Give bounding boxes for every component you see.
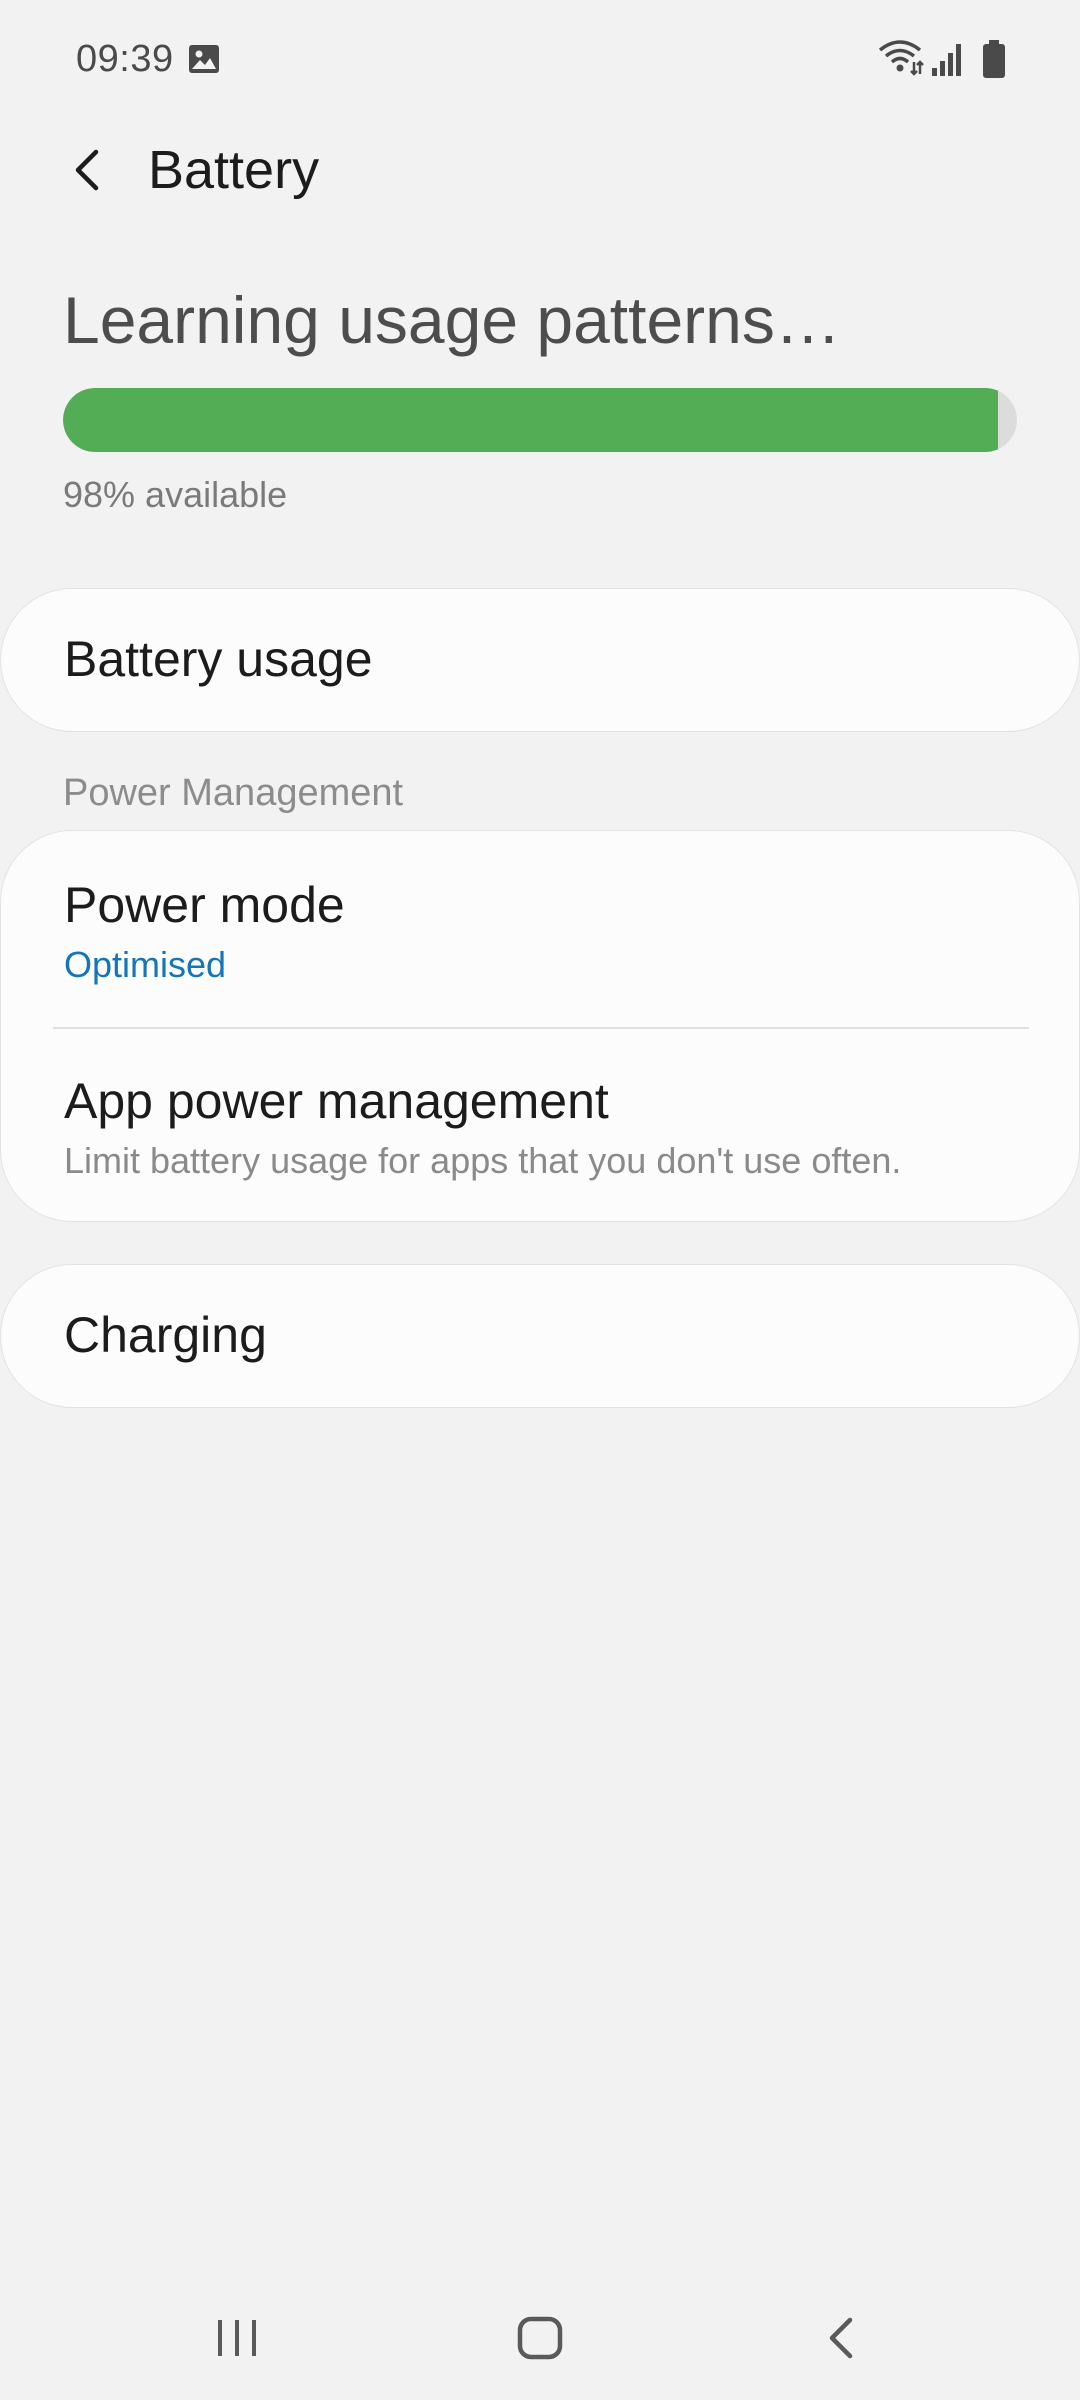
navigation-bar: [0, 2270, 1080, 2400]
charging-title: Charging: [64, 1307, 267, 1363]
app-power-management-item[interactable]: App power management Limit battery usage…: [1, 1029, 1080, 1223]
gallery-icon: [189, 45, 219, 73]
chevron-left-icon[interactable]: [56, 138, 120, 202]
back-icon[interactable]: [820, 2314, 860, 2362]
battery-level-fill: [63, 388, 998, 452]
app-header: Battery: [0, 120, 1080, 220]
power-management-card: Power mode Optimised App power managemen…: [0, 830, 1080, 1222]
recents-icon[interactable]: [212, 2316, 262, 2360]
app-power-management-subtitle: Limit battery usage for apps that you do…: [64, 1140, 902, 1181]
battery-icon: [983, 40, 1005, 78]
status-time: 09:39: [76, 38, 174, 80]
battery-usage-title: Battery usage: [64, 631, 373, 687]
home-icon[interactable]: [515, 2314, 565, 2362]
app-power-management-title: App power management: [64, 1073, 609, 1129]
power-mode-value: Optimised: [64, 944, 227, 985]
battery-usage-card[interactable]: Battery usage: [0, 588, 1080, 732]
power-mode-item[interactable]: Power mode Optimised: [1, 831, 1080, 1027]
power-mode-title: Power mode: [64, 877, 345, 933]
status-bar: 09:39: [0, 0, 1080, 120]
charging-card[interactable]: Charging: [0, 1264, 1080, 1408]
battery-available-text: 98% available: [63, 474, 288, 515]
wifi-icon: [878, 40, 924, 76]
power-management-section-header: Power Management: [63, 772, 404, 814]
battery-status-title: Learning usage patterns…: [63, 283, 841, 357]
signal-icon: [932, 44, 961, 76]
page-title: Battery: [148, 140, 320, 200]
battery-level-bar: [63, 388, 1017, 452]
